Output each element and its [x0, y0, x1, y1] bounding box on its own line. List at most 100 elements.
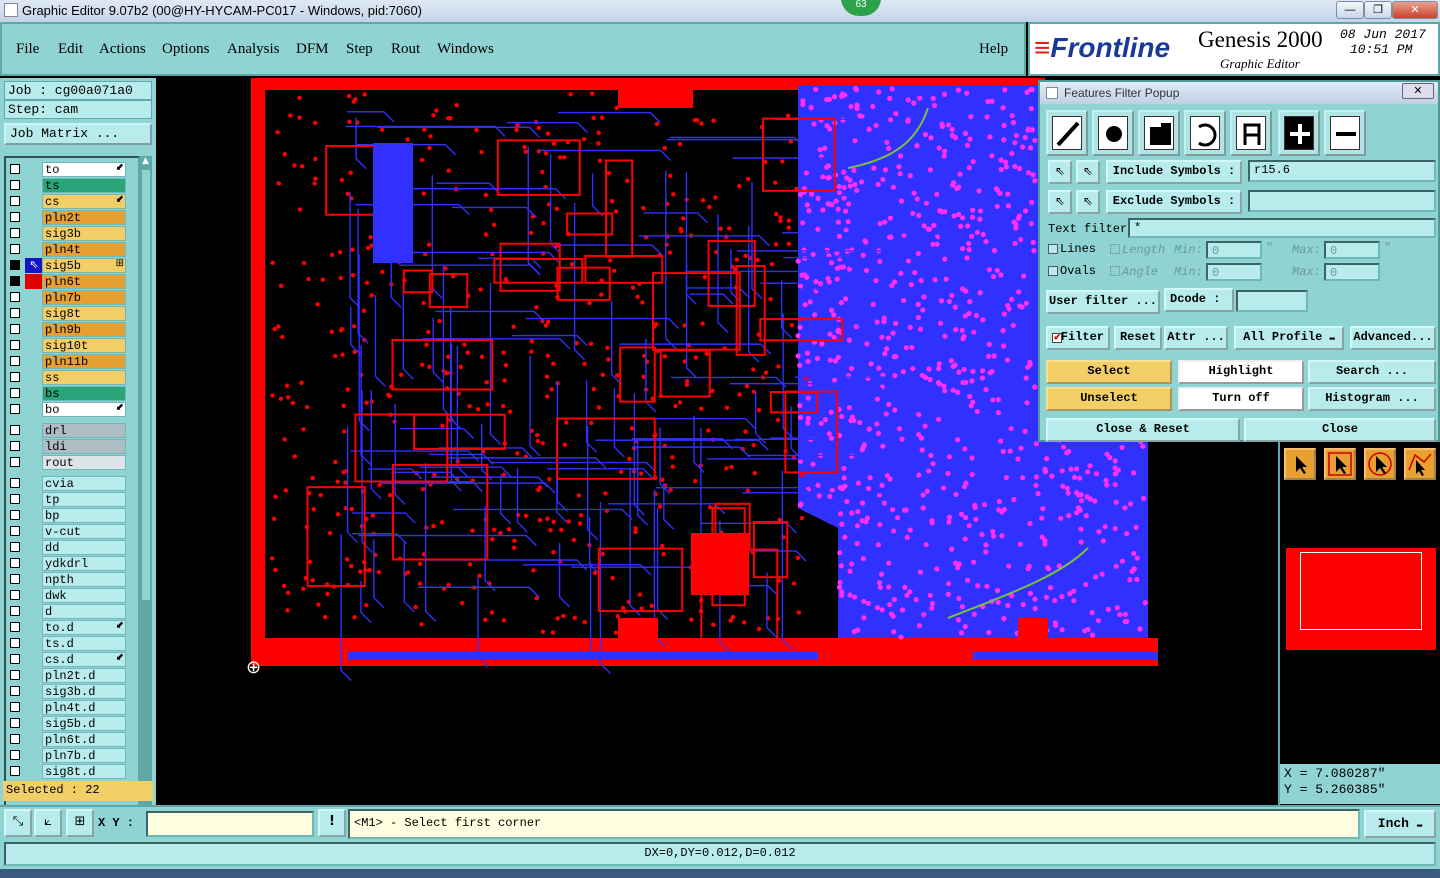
- layer-row-to[interactable]: to ⬋: [8, 162, 126, 177]
- work-layer-icon[interactable]: ⇖: [25, 258, 43, 273]
- layer-checkbox[interactable]: [10, 212, 20, 222]
- layer-name[interactable]: dd: [42, 540, 126, 555]
- close-reset-button[interactable]: Close & Reset: [1046, 418, 1240, 442]
- layer-row-sig8t[interactable]: sig8t: [8, 306, 126, 321]
- menu-file[interactable]: File: [16, 41, 39, 58]
- layer-row-bs[interactable]: bs: [8, 386, 126, 401]
- affected-layer-icon[interactable]: [25, 274, 43, 289]
- scroll-thumb[interactable]: [142, 170, 150, 600]
- exclude-pick-all-icon[interactable]: ⇖: [1076, 190, 1100, 214]
- layer-checkbox[interactable]: [10, 228, 20, 238]
- layer-checkbox[interactable]: [10, 702, 20, 712]
- layer-name[interactable]: d: [42, 604, 126, 619]
- ovals-checkbox[interactable]: [1048, 266, 1058, 276]
- layer-name[interactable]: sig8t: [42, 306, 126, 321]
- warning-icon[interactable]: !: [318, 809, 346, 837]
- layer-row-pln4t[interactable]: pln4t: [8, 242, 126, 257]
- layer-checkbox[interactable]: [10, 164, 20, 174]
- layer-checkbox[interactable]: [10, 372, 20, 382]
- layer-row-pln2t-d[interactable]: pln2t.d: [8, 668, 126, 683]
- layer-name[interactable]: bp: [42, 508, 126, 523]
- layer-checkbox[interactable]: [10, 750, 20, 760]
- filter-positive-shape[interactable]: [1278, 110, 1320, 156]
- popup-close-action-button[interactable]: Close: [1244, 418, 1436, 442]
- layer-row-sig3b[interactable]: sig3b: [8, 226, 126, 241]
- menu-options[interactable]: Options: [162, 41, 210, 58]
- layer-checkbox[interactable]: [10, 340, 20, 350]
- angle-min-input[interactable]: 0: [1206, 263, 1262, 281]
- menu-edit[interactable]: Edit: [58, 41, 83, 58]
- layer-row-pln7b[interactable]: pln7b: [8, 290, 126, 305]
- layer-name[interactable]: to: [42, 162, 126, 177]
- layer-checkbox[interactable]: [10, 686, 20, 696]
- layer-row-ldi[interactable]: ldi: [8, 439, 126, 454]
- popup-titlebar[interactable]: Features Filter Popup: [1040, 82, 1438, 104]
- layer-row-d[interactable]: d: [8, 604, 126, 619]
- layer-checkbox[interactable]: [10, 622, 20, 632]
- layer-row-to-d[interactable]: to.d ⬋: [8, 620, 126, 635]
- menu-windows[interactable]: Windows: [437, 41, 494, 58]
- layer-name[interactable]: v-cut: [42, 524, 126, 539]
- include-pick-all-icon[interactable]: ⇖: [1076, 160, 1100, 184]
- xy-input[interactable]: [146, 811, 314, 837]
- layer-row-v-cut[interactable]: v-cut: [8, 524, 126, 539]
- layer-name[interactable]: drl: [42, 423, 126, 438]
- layer-checkbox[interactable]: [10, 388, 20, 398]
- minimize-button[interactable]: —: [1336, 1, 1364, 19]
- layer-checkbox[interactable]: [10, 457, 20, 467]
- layer-row-tp[interactable]: tp: [8, 492, 126, 507]
- layer-row-sig5b[interactable]: ⇖ sig5b ⊞: [8, 258, 126, 273]
- menu-step[interactable]: Step: [346, 41, 373, 58]
- layer-list-scrollbar[interactable]: ▲ ▼: [140, 156, 152, 854]
- layer-checkbox[interactable]: [10, 638, 20, 648]
- layer-row-bp[interactable]: bp: [8, 508, 126, 523]
- pointer-tool-icon[interactable]: [1284, 448, 1316, 480]
- layer-checkbox[interactable]: [10, 244, 20, 254]
- layer-row-pln7b-d[interactable]: pln7b.d: [8, 748, 126, 763]
- layer-row-pln11b[interactable]: pln11b: [8, 354, 126, 369]
- layer-checkbox[interactable]: [10, 478, 20, 488]
- filter-line-shape[interactable]: [1046, 110, 1088, 156]
- reset-button[interactable]: Reset: [1114, 326, 1162, 350]
- menu-rout[interactable]: Rout: [391, 41, 420, 58]
- layer-name[interactable]: pln4t.d: [42, 700, 126, 715]
- layer-name[interactable]: tp: [42, 492, 126, 507]
- layer-checkbox[interactable]: [10, 654, 20, 664]
- scroll-up-icon[interactable]: ▲: [142, 156, 150, 166]
- dcode-input[interactable]: [1236, 290, 1308, 312]
- snap-grid-icon[interactable]: ⊞: [66, 809, 94, 837]
- layer-name[interactable]: bs: [42, 386, 126, 401]
- layer-name[interactable]: cs.d: [42, 652, 126, 667]
- layer-row-pln6t[interactable]: pln6t: [8, 274, 126, 289]
- layer-row-cvia[interactable]: cvia: [8, 476, 126, 491]
- exclude-symbols-input[interactable]: [1248, 190, 1436, 212]
- filter-negative-shape[interactable]: [1324, 110, 1366, 156]
- layer-row-pln9b[interactable]: pln9b: [8, 322, 126, 337]
- layer-checkbox[interactable]: [10, 404, 20, 414]
- filter-surface-shape[interactable]: [1138, 110, 1180, 156]
- layer-name[interactable]: pln9b: [42, 322, 126, 337]
- layer-name[interactable]: pln4t: [42, 242, 126, 257]
- layer-checkbox[interactable]: [10, 260, 20, 270]
- layer-name[interactable]: npth: [42, 572, 126, 587]
- exclude-pick-icon[interactable]: ⇖: [1048, 190, 1072, 214]
- layer-name[interactable]: ldi: [42, 439, 126, 454]
- window-titlebar[interactable]: Graphic Editor 9.07b2 (00@HY-HYCAM-PC017…: [0, 0, 1440, 22]
- lasso-tool-icon[interactable]: [1364, 448, 1396, 480]
- layer-row-pln2t[interactable]: pln2t: [8, 210, 126, 225]
- layer-row-ts[interactable]: ts: [8, 178, 126, 193]
- layer-name[interactable]: sig3b: [42, 226, 126, 241]
- layer-checkbox[interactable]: [10, 670, 20, 680]
- measure-icon[interactable]: ⟀: [34, 809, 62, 837]
- length-min-input[interactable]: 0: [1206, 241, 1262, 259]
- layer-checkbox[interactable]: [10, 526, 20, 536]
- units-dropdown[interactable]: Inch ▬: [1364, 810, 1436, 838]
- search-button[interactable]: Search ...: [1308, 360, 1436, 384]
- polygon-tool-icon[interactable]: [1404, 448, 1436, 480]
- layer-name[interactable]: pln2t.d: [42, 668, 126, 683]
- layer-row-ts-d[interactable]: ts.d: [8, 636, 126, 651]
- layer-name[interactable]: ts: [42, 178, 126, 193]
- select-tool-icon[interactable]: [1324, 448, 1356, 480]
- layer-checkbox[interactable]: [10, 766, 20, 776]
- layer-row-ss[interactable]: ss: [8, 370, 126, 385]
